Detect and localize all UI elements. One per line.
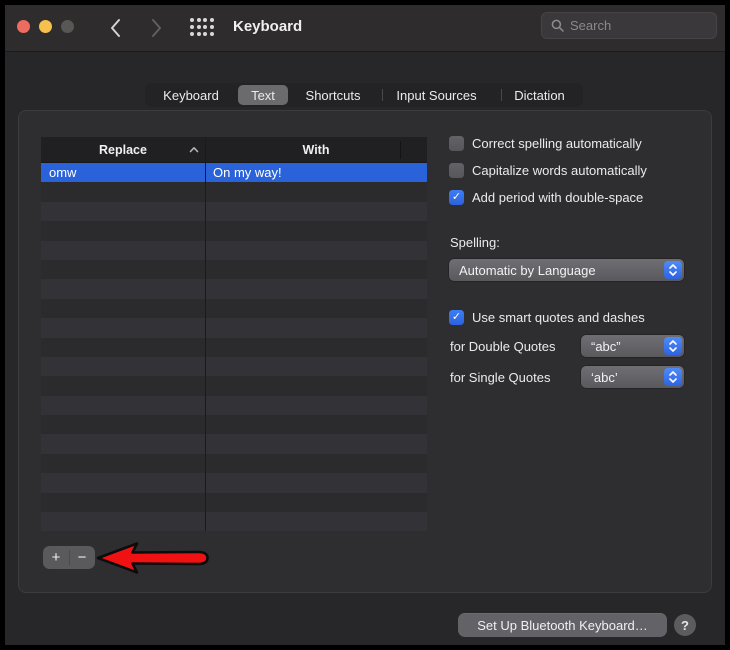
checkbox-label: Capitalize words automatically: [472, 163, 647, 178]
checkbox-capitalize-words[interactable]: ✓ Capitalize words automatically: [449, 163, 647, 178]
tab-keyboard[interactable]: Keyboard: [145, 83, 237, 107]
add-button[interactable]: +: [43, 546, 69, 569]
checkbox-add-period[interactable]: ✓ Add period with double-space: [449, 190, 643, 205]
column-divider: [205, 137, 206, 531]
empty-table-row[interactable]: [41, 221, 427, 240]
empty-table-row[interactable]: [41, 318, 427, 337]
screenshot-root: Keyboard KeyboardTextShortcutsInput Sour…: [0, 0, 730, 650]
tab-bar: KeyboardTextShortcutsInput SourcesDictat…: [145, 83, 583, 107]
empty-table-row[interactable]: [41, 376, 427, 395]
empty-table-row[interactable]: [41, 299, 427, 318]
show-all-grid-icon[interactable]: [189, 17, 215, 37]
spelling-dropdown[interactable]: Automatic by Language: [449, 259, 684, 281]
empty-table-row[interactable]: [41, 454, 427, 473]
grid-dot: [210, 32, 214, 36]
search-icon: [551, 19, 564, 32]
grid-dot: [210, 18, 214, 22]
dropdown-value: Automatic by Language: [459, 263, 596, 278]
back-icon[interactable]: [107, 17, 125, 39]
dropdown-value: “abc”: [591, 339, 621, 354]
dropdown-stepper-icon: [664, 337, 682, 355]
empty-table-row[interactable]: [41, 202, 427, 221]
tab-text[interactable]: Text: [237, 83, 289, 107]
empty-table-row[interactable]: [41, 415, 427, 434]
dropdown-stepper-icon: [664, 261, 682, 279]
sort-ascending-icon: [189, 146, 199, 153]
dropdown-value: ‘abc’: [591, 370, 618, 385]
grid-dot: [203, 32, 207, 36]
empty-table-row[interactable]: [41, 473, 427, 492]
empty-table-row[interactable]: [41, 241, 427, 260]
grid-dot: [210, 25, 214, 29]
dropdown-stepper-icon: [664, 368, 682, 386]
red-arrow-annotation: [95, 541, 217, 575]
minimize-window-button[interactable]: [39, 20, 52, 33]
grid-dot: [197, 25, 201, 29]
header-divider[interactable]: [400, 141, 401, 159]
with-cell[interactable]: On my way!: [213, 163, 282, 182]
help-button[interactable]: ?: [674, 614, 696, 636]
grid-dot: [190, 18, 194, 22]
tab-shortcuts[interactable]: Shortcuts: [289, 83, 377, 107]
checkbox-box[interactable]: ✓: [449, 136, 464, 151]
column-header-with[interactable]: With: [205, 137, 427, 163]
grid-dot: [203, 18, 207, 22]
preferences-window: Keyboard KeyboardTextShortcutsInput Sour…: [5, 5, 725, 645]
window-title: Keyboard: [233, 18, 302, 35]
spelling-label: Spelling:: [450, 235, 500, 250]
button-divider: [69, 550, 70, 565]
close-window-button[interactable]: [17, 20, 30, 33]
empty-table-row[interactable]: [41, 493, 427, 512]
checkbox-correct-spelling[interactable]: ✓ Correct spelling automatically: [449, 136, 642, 151]
table-header: Replace With: [41, 137, 427, 163]
replace-cell[interactable]: omw: [49, 163, 76, 182]
column-header-replace[interactable]: Replace: [41, 137, 205, 163]
search-input[interactable]: [570, 18, 700, 33]
table-row-selected[interactable]: omw On my way!: [41, 163, 427, 182]
tab-input-sources[interactable]: Input Sources: [377, 83, 496, 107]
grid-dot: [190, 32, 194, 36]
checkbox-label: Correct spelling automatically: [472, 136, 642, 151]
remove-button[interactable]: −: [69, 546, 95, 569]
empty-table-row[interactable]: [41, 182, 427, 201]
checkbox-label: Add period with double-space: [472, 190, 643, 205]
single-quotes-dropdown[interactable]: ‘abc’: [581, 366, 684, 388]
zoom-window-button[interactable]: [61, 20, 74, 33]
checkbox-smart-quotes[interactable]: ✓ Use smart quotes and dashes: [449, 310, 645, 325]
empty-table-row[interactable]: [41, 260, 427, 279]
empty-table-row[interactable]: [41, 396, 427, 415]
double-quotes-dropdown[interactable]: “abc”: [581, 335, 684, 357]
checkbox-box[interactable]: ✓: [449, 310, 464, 325]
empty-table-row[interactable]: [41, 338, 427, 357]
grid-dot: [203, 25, 207, 29]
empty-table-row[interactable]: [41, 279, 427, 298]
empty-table-row[interactable]: [41, 512, 427, 531]
single-quotes-label: for Single Quotes: [450, 370, 550, 385]
grid-dot: [190, 25, 194, 29]
setup-bluetooth-keyboard-button[interactable]: Set Up Bluetooth Keyboard…: [458, 613, 667, 637]
check-icon: ✓: [452, 312, 461, 323]
tab-dictation[interactable]: Dictation: [496, 83, 583, 107]
check-icon: ✓: [452, 192, 461, 203]
grid-dot: [197, 32, 201, 36]
search-field[interactable]: [541, 12, 717, 39]
checkbox-label: Use smart quotes and dashes: [472, 310, 645, 325]
title-bar: Keyboard: [5, 5, 725, 52]
double-quotes-label: for Double Quotes: [450, 339, 556, 354]
forward-icon[interactable]: [147, 17, 165, 39]
checkbox-box[interactable]: ✓: [449, 190, 464, 205]
grid-dot: [197, 18, 201, 22]
table-body: omw On my way!: [41, 163, 427, 531]
text-replacement-table: Replace With omw On my way!: [41, 137, 427, 531]
checkbox-box[interactable]: ✓: [449, 163, 464, 178]
empty-table-row[interactable]: [41, 434, 427, 453]
empty-table-row[interactable]: [41, 357, 427, 376]
add-remove-control: + −: [43, 546, 95, 569]
